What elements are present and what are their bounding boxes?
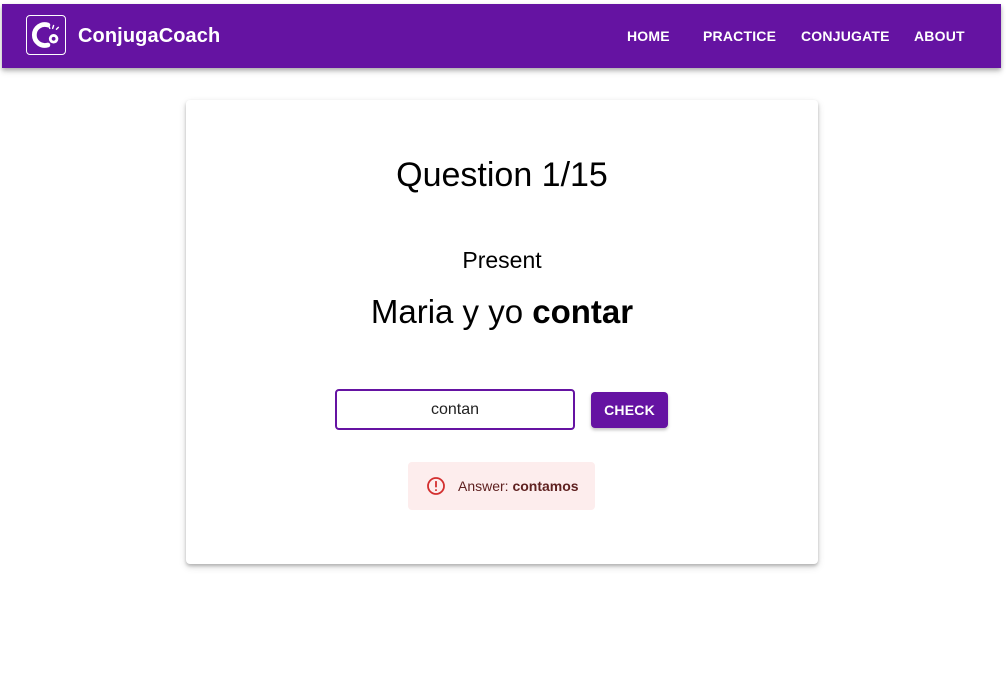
nav-home[interactable]: HOME — [627, 28, 670, 44]
conjugacoach-logo-icon[interactable] — [26, 15, 66, 55]
app-bar: ConjugaCoach HOME PRACTICE CONJUGATE ABO… — [2, 4, 1001, 68]
feedback-text: Answer: contamos — [458, 478, 579, 495]
tense-label: Present — [462, 247, 542, 273]
brand-name[interactable]: ConjugaCoach — [78, 24, 220, 48]
nav-conjugate[interactable]: CONJUGATE — [801, 28, 890, 44]
answer-input[interactable] — [335, 389, 575, 430]
quiz-card: Question 1/15 Present Maria y yo contar … — [186, 100, 818, 564]
check-button[interactable]: CHECK — [591, 392, 668, 428]
question-counter: Question 1/15 — [396, 156, 608, 194]
nav-practice[interactable]: PRACTICE — [703, 28, 776, 44]
conjugation-prompt: Maria y yo contar — [186, 292, 818, 332]
nav-about[interactable]: ABOUT — [914, 28, 965, 44]
feedback-label: Answer: — [458, 478, 509, 494]
answer-feedback-alert: Answer: contamos — [408, 462, 595, 510]
correct-answer: contamos — [512, 478, 579, 494]
error-outline-icon — [426, 476, 446, 496]
prompt-subject: Maria y yo — [370, 293, 524, 330]
prompt-verb: contar — [532, 293, 634, 330]
